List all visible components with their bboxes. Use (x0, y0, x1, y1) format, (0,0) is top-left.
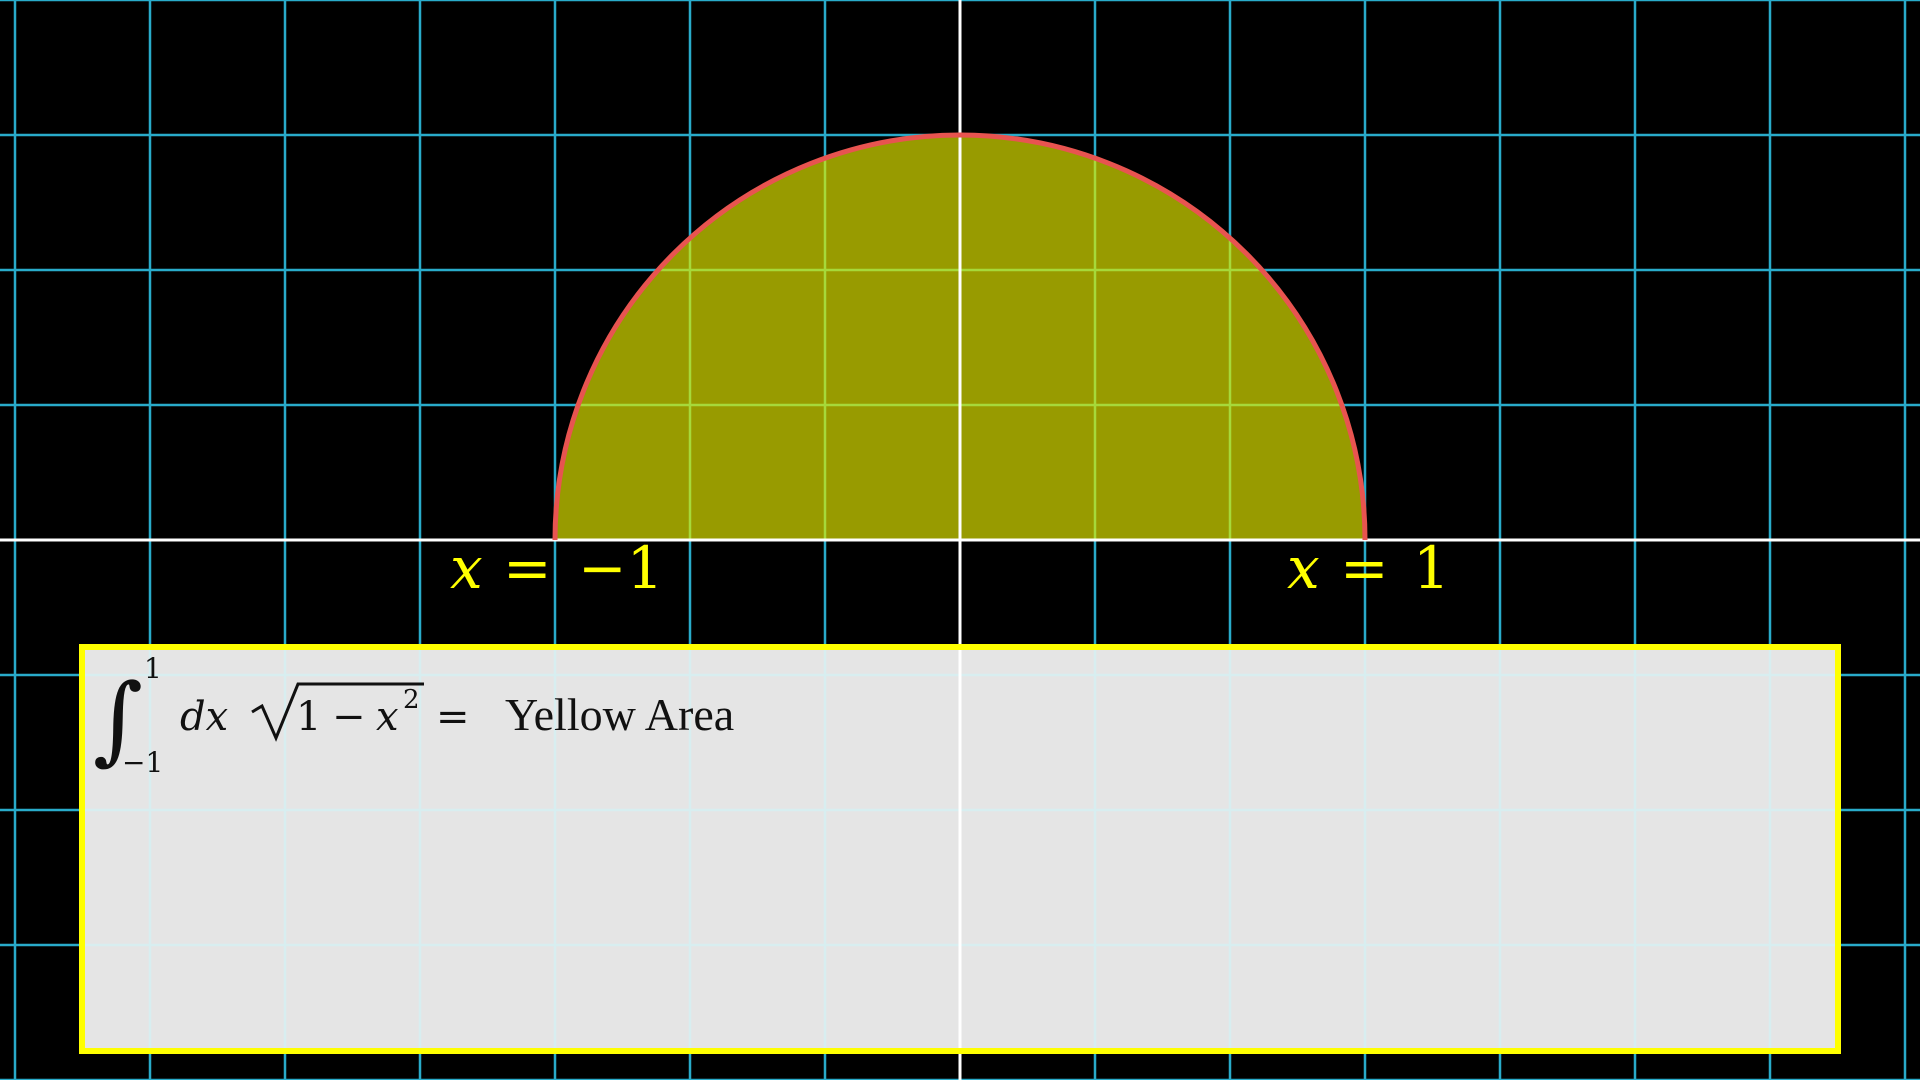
radicand-minus: − (332, 694, 366, 740)
differential: dx (180, 694, 228, 740)
left-bound-var: x (450, 534, 483, 602)
left-bound-value: −1 (578, 534, 664, 602)
result-text: Yellow Area (505, 689, 734, 740)
equation-equals: = (436, 694, 470, 740)
radicand-const: 1 (296, 694, 321, 740)
right-bound-var: x (1287, 534, 1320, 602)
lower-limit: −1 (122, 746, 163, 779)
right-bound-equals: = (1340, 534, 1389, 602)
left-bound-equals: = (503, 534, 552, 602)
right-bound-value: 1 (1413, 534, 1450, 602)
radicand-var: x (376, 694, 399, 740)
upper-limit: 1 (144, 652, 162, 685)
integral-diagram: x = −1 x = 1 ∫ 1 −1 dx 1 − x 2 = Yellow … (0, 0, 1920, 1080)
right-bound-label: x = 1 (1287, 534, 1450, 602)
radicand-exponent: 2 (403, 685, 420, 715)
